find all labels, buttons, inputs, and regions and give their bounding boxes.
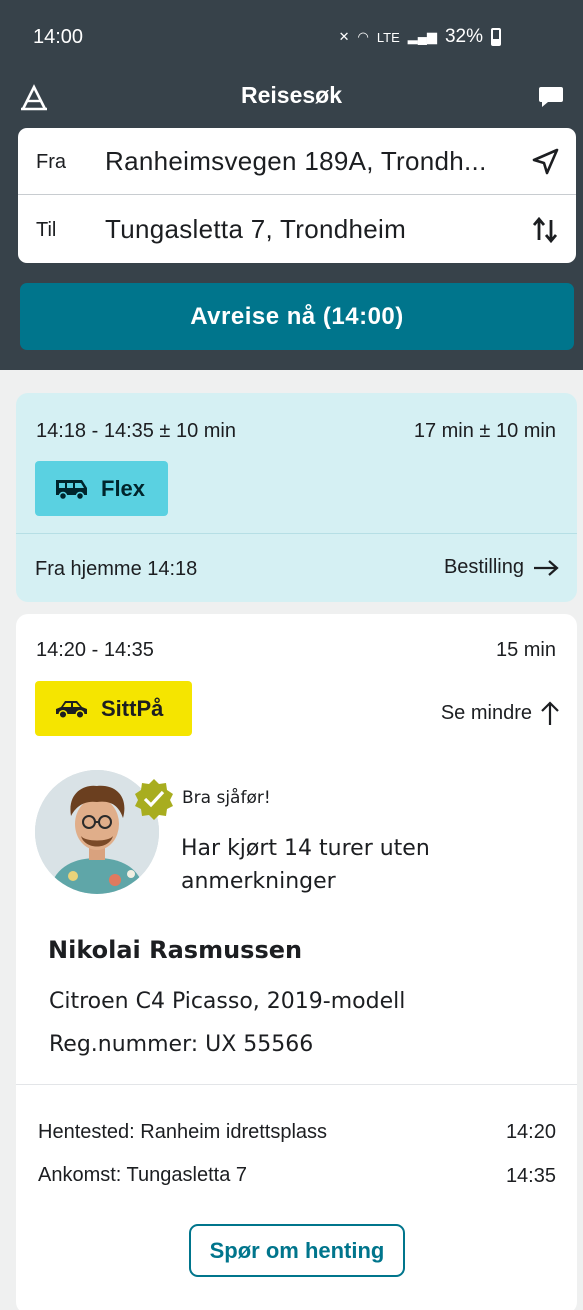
verified-badge-icon — [132, 777, 176, 821]
battery-icon — [491, 28, 501, 46]
trip-time-range: 14:20 - 14:35 — [36, 639, 154, 661]
signal-icon: ▂▄▆ — [407, 29, 437, 44]
page-title: Reisesøk — [240, 82, 342, 108]
arrival-location: Ankomst: Tungasletta 7 — [38, 1164, 248, 1186]
from-field[interactable]: Fra Ranheimsvegen 189A, Trondh... — [18, 128, 576, 195]
flex-tag-label: Flex — [101, 475, 146, 501]
trip-duration: 17 min ± 10 min — [413, 420, 556, 442]
pickup-location: Hentested: Ranheim idrettsplass — [38, 1121, 328, 1143]
status-bar: 14:00 ✕ ◠ LTE ▂▄▆ 32% — [0, 0, 583, 76]
divider — [16, 1084, 577, 1085]
chat-bubble-icon[interactable] — [536, 82, 566, 112]
depart-time-button[interactable]: Avreise nå (14:00) — [20, 283, 574, 350]
good-driver-text: Bra sjåfør! — [182, 788, 271, 808]
trip-card-sittpa[interactable]: 14:20 - 14:35 15 min SittPå Se mindre Br… — [16, 614, 577, 1310]
divider — [16, 533, 577, 534]
order-link[interactable]: Bestilling — [444, 556, 560, 579]
mute-icon: ✕ — [338, 29, 350, 44]
arrow-up-icon — [541, 701, 559, 725]
driver-note: Har kjørt 14 turer uten anmerkninger — [181, 836, 430, 894]
order-link-label: Bestilling — [443, 556, 524, 578]
flex-from-text: Fra hjemme 14:18 — [35, 558, 198, 580]
car-registration: Reg.nummer: UX 55566 — [49, 1032, 314, 1057]
network-type: LTE — [376, 29, 400, 45]
arrow-right-icon — [534, 559, 559, 576]
header: 14:00 ✕ ◠ LTE ▂▄▆ 32% Reisesøk Fra Ranhe… — [0, 0, 583, 370]
to-field[interactable]: Til Tungasletta 7, Trondheim — [18, 196, 576, 263]
status-time: 14:00 — [33, 26, 84, 48]
battery-level: 32% — [444, 26, 483, 47]
see-less-toggle[interactable]: Se mindre — [441, 700, 560, 726]
sittpa-tag: SittPå — [35, 681, 192, 736]
from-label: Fra — [36, 151, 66, 173]
to-value[interactable]: Tungasletta 7, Trondheim — [105, 214, 406, 245]
bus-icon — [56, 479, 87, 500]
pickup-time: 14:20 — [505, 1121, 556, 1143]
trip-time-range: 14:18 - 14:35 ± 10 min — [36, 420, 236, 442]
status-icons: ✕ ◠ LTE ▂▄▆ 32% — [339, 26, 501, 48]
request-pickup-button[interactable]: Spør om henting — [189, 1224, 405, 1277]
see-less-label: Se mindre — [440, 701, 532, 724]
to-label: Til — [36, 219, 57, 241]
wifi-icon: ◠ — [357, 29, 369, 44]
sittpa-tag-label: SittPå — [101, 695, 164, 721]
from-value[interactable]: Ranheimsvegen 189A, Trondh... — [105, 146, 487, 177]
search-box: Fra Ranheimsvegen 189A, Trondh... Til Tu… — [18, 128, 576, 263]
driver-name: Nikolai Rasmussen — [48, 936, 303, 964]
car-icon — [56, 700, 87, 719]
arrival-time: 14:35 — [505, 1165, 556, 1187]
swap-vertical-icon[interactable] — [530, 215, 560, 245]
trip-card-flex[interactable]: 14:18 - 14:35 ± 10 min 17 min ± 10 min F… — [16, 393, 577, 602]
navigation-arrow-icon[interactable] — [530, 147, 560, 177]
flex-tag: Flex — [35, 461, 168, 516]
trip-duration: 15 min — [495, 639, 556, 661]
car-model: Citroen C4 Picasso, 2019-modell — [49, 989, 406, 1014]
